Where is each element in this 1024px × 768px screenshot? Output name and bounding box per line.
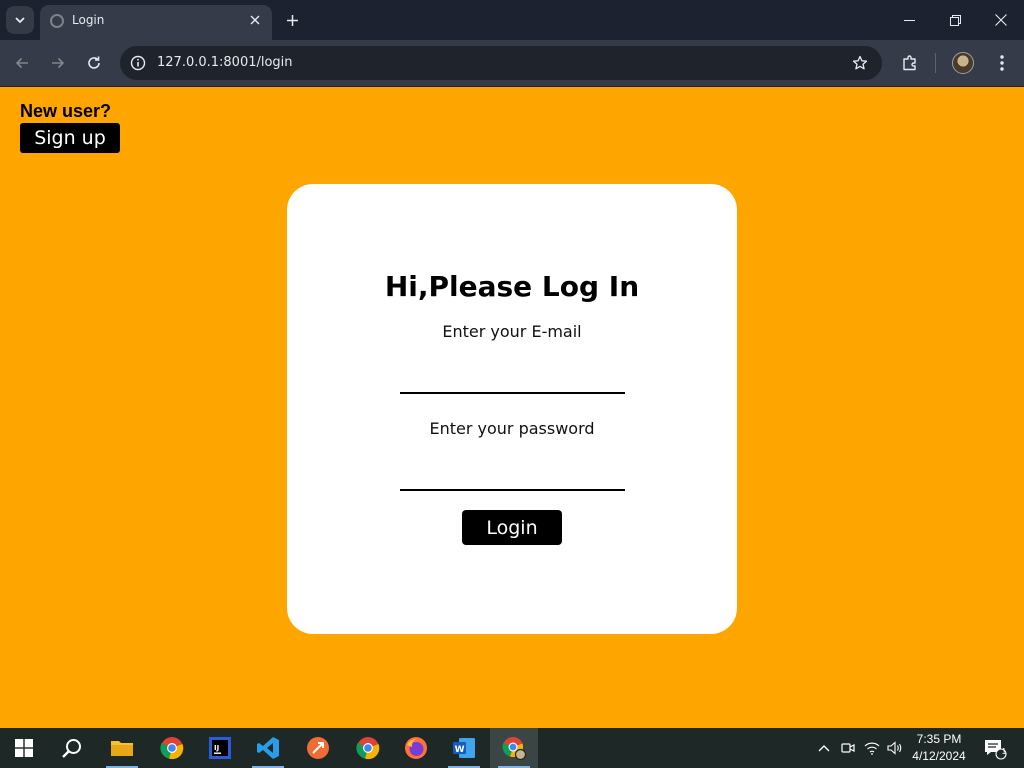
profile-avatar[interactable] <box>952 52 974 74</box>
reload-button[interactable] <box>80 49 108 77</box>
volume-icon[interactable] <box>885 738 905 758</box>
chrome-profile-icon <box>502 737 527 761</box>
tab-close-button[interactable] <box>246 11 264 29</box>
browser-menu-button[interactable] <box>988 49 1016 77</box>
taskbar-file-explorer[interactable] <box>98 728 146 768</box>
windows-taskbar: IJ W 7:35 PM 4/12/2024 1 <box>0 728 1024 768</box>
taskbar-firefox[interactable] <box>392 728 440 768</box>
globe-icon <box>50 14 64 28</box>
start-button[interactable] <box>0 728 48 768</box>
site-info-icon[interactable] <box>128 53 148 73</box>
file-explorer-icon <box>111 741 133 756</box>
taskbar-intellij[interactable]: IJ <box>196 728 244 768</box>
kebab-menu-icon <box>1000 55 1004 71</box>
word-icon: W <box>453 738 475 758</box>
notification-count: 1 <box>1001 747 1007 756</box>
firefox-icon <box>405 737 427 759</box>
address-bar[interactable]: 127.0.0.1:8001/login <box>120 46 882 80</box>
taskbar-vscode[interactable] <box>244 728 292 768</box>
taskbar-chrome-1[interactable] <box>148 728 196 768</box>
browser-tab[interactable]: Login <box>40 5 272 40</box>
taskbar-search-button[interactable] <box>48 728 96 768</box>
tab-title: Login <box>72 13 105 27</box>
password-label: Enter your password <box>429 419 595 438</box>
forward-button[interactable] <box>44 49 72 77</box>
arrow-left-icon <box>15 57 28 69</box>
wifi-icon[interactable] <box>862 738 882 758</box>
close-window-button[interactable] <box>978 0 1024 40</box>
clock-time: 7:35 PM <box>916 732 962 746</box>
url-text[interactable]: 127.0.0.1:8001/login <box>157 55 293 70</box>
restore-button[interactable] <box>932 0 978 40</box>
minimize-button[interactable] <box>886 0 932 40</box>
arrow-right-icon <box>52 57 65 69</box>
show-hidden-icons-button[interactable] <box>814 738 834 758</box>
chrome-icon <box>356 737 380 760</box>
taskbar-word[interactable]: W <box>440 728 488 768</box>
taskbar-chrome-2[interactable] <box>344 728 392 768</box>
notification-center-button[interactable]: 1 <box>980 736 1010 762</box>
browser-tab-strip: Login <box>0 0 1024 40</box>
restore-icon <box>949 14 961 26</box>
page-viewport: New user? Sign up Hi,Please Log In Enter… <box>0 86 1024 728</box>
chevron-down-icon <box>15 17 25 24</box>
email-label: Enter your E-mail <box>442 322 582 341</box>
svg-text:IJ: IJ <box>214 744 219 752</box>
chevron-up-icon <box>818 745 830 752</box>
taskbar-postman[interactable] <box>294 728 342 768</box>
tab-search-button[interactable] <box>6 6 34 34</box>
svg-text:W: W <box>455 745 465 755</box>
close-icon <box>995 14 1007 26</box>
taskbar-chrome-profile[interactable] <box>490 728 538 768</box>
login-card: Hi,Please Log In Enter your E-mail Enter… <box>287 184 737 634</box>
puzzle-icon <box>903 55 916 71</box>
windows-start-icon <box>15 739 33 757</box>
vscode-icon <box>257 737 279 759</box>
email-field[interactable] <box>400 364 625 394</box>
clock-date: 4/12/2024 <box>912 749 966 763</box>
back-button[interactable] <box>8 49 36 77</box>
browser-toolbar: 127.0.0.1:8001/login <box>0 40 1024 86</box>
intellij-icon: IJ <box>209 737 231 759</box>
new-tab-button[interactable] <box>280 8 304 32</box>
new-user-label: New user? <box>20 101 112 121</box>
extensions-button[interactable] <box>896 49 924 77</box>
camera-tray-icon[interactable] <box>838 738 858 758</box>
login-heading: Hi,Please Log In <box>384 270 640 303</box>
postman-icon <box>307 737 329 759</box>
reload-icon <box>88 56 100 69</box>
close-icon <box>250 15 260 25</box>
password-field[interactable] <box>400 461 625 491</box>
taskbar-clock[interactable]: 7:35 PM 4/12/2024 <box>904 731 974 765</box>
plus-icon <box>286 14 298 26</box>
bookmark-star-icon[interactable] <box>850 53 870 73</box>
login-button[interactable]: Login <box>462 510 562 545</box>
chrome-icon <box>160 737 184 760</box>
search-icon <box>62 739 81 758</box>
toolbar-divider <box>935 53 936 73</box>
signup-button[interactable]: Sign up <box>20 123 120 153</box>
minimize-icon <box>903 19 915 21</box>
